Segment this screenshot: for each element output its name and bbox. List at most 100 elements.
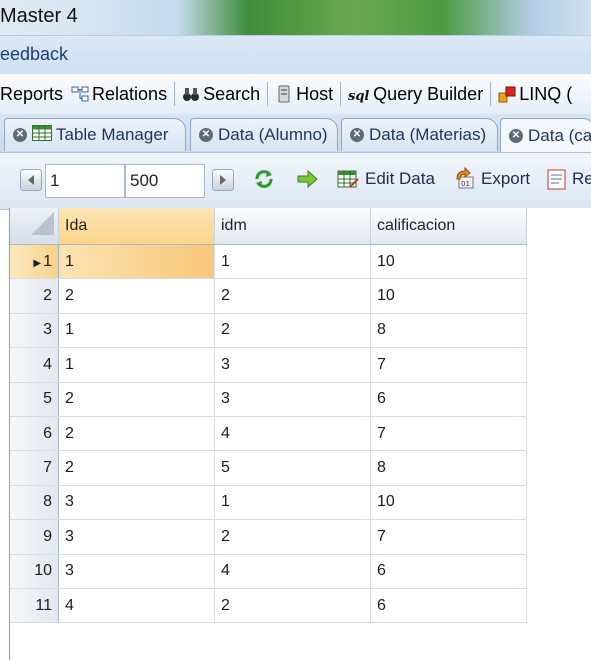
ribbon-linq-label: LINQ ( — [519, 83, 573, 104]
grid-cell[interactable]: 3 — [214, 382, 371, 417]
grid-cell[interactable]: 6 — [370, 554, 527, 589]
grid-cell[interactable]: 6 — [370, 382, 527, 417]
previous-page-button[interactable] — [20, 169, 42, 191]
close-icon[interactable]: ✕ — [509, 128, 523, 143]
grid-cell[interactable]: 2 — [214, 519, 371, 555]
table-row[interactable]: 5236 — [10, 382, 527, 417]
table-row[interactable]: 10 3 4 6 — [10, 554, 527, 589]
grid-cell[interactable]: 1 — [58, 347, 215, 383]
table-row[interactable]: 7258 — [10, 450, 527, 486]
close-icon[interactable]: ✕ — [199, 128, 213, 142]
grid-cell[interactable]: 2 — [214, 588, 371, 624]
grid-cell[interactable]: 8 — [370, 313, 527, 349]
table-row[interactable]: 2 2 2 10 — [10, 278, 527, 314]
row-header[interactable]: 8 — [10, 485, 59, 521]
grid-cell[interactable]: 2 — [58, 278, 215, 314]
grid-cell[interactable]: 7 — [370, 416, 527, 452]
export-button[interactable]: Export — [481, 169, 530, 189]
grid-cell[interactable]: 7 — [370, 347, 527, 383]
table-row[interactable]: 11 4 2 6 — [10, 588, 527, 624]
tab-table-manager[interactable]: ✕ Table Manager — [4, 118, 186, 151]
table-row[interactable]: 8 3 1 10 — [10, 485, 527, 521]
ribbon-reports-label: Reports — [0, 83, 64, 104]
edit-data-icon — [336, 167, 360, 191]
row-header[interactable]: 9 — [10, 519, 59, 555]
close-icon[interactable]: ✕ — [13, 128, 27, 142]
tab-label: Table Manager — [56, 125, 169, 144]
grid-cell[interactable]: 8 — [370, 450, 527, 486]
column-header-ida[interactable]: Ida — [58, 208, 215, 245]
grid-cell[interactable]: 10 — [370, 278, 527, 314]
close-icon[interactable]: ✕ — [350, 128, 364, 142]
grid-cell[interactable]: 7 — [370, 519, 527, 555]
host-icon — [275, 85, 293, 103]
grid-cell[interactable]: 1 — [214, 485, 371, 521]
grid-cell[interactable]: 1 — [214, 244, 371, 280]
grid-cell[interactable]: 3 — [58, 485, 215, 521]
grid-cell[interactable]: 3 — [58, 519, 215, 555]
table-row[interactable]: 3128 — [10, 313, 527, 349]
row-header[interactable]: 6 — [10, 416, 59, 452]
grid-cell[interactable]: 1 — [58, 244, 215, 280]
row-header[interactable]: 3 — [10, 313, 59, 349]
grid-cell[interactable]: 1 — [58, 313, 215, 349]
row-header[interactable]: 11 — [10, 588, 59, 624]
grid-cell[interactable]: 6 — [370, 588, 527, 624]
column-header-calificacion[interactable]: calificacion — [370, 208, 527, 245]
row-count-input[interactable] — [125, 164, 205, 198]
grid-cell[interactable]: 5 — [214, 450, 371, 486]
window-title: Master 4 — [0, 5, 78, 27]
grid-cell[interactable]: 2 — [58, 450, 215, 486]
grid-cell[interactable]: 4 — [214, 554, 371, 589]
select-all-corner[interactable] — [10, 208, 59, 245]
grid-cell[interactable]: 2 — [214, 278, 371, 314]
refresh-icon[interactable] — [252, 167, 276, 191]
grid-cell[interactable]: 3 — [58, 554, 215, 589]
row-header[interactable]: 5 — [10, 382, 59, 417]
row-header[interactable]: ▶ 1 — [10, 244, 59, 280]
table-row[interactable]: 6247 — [10, 416, 527, 452]
row-header[interactable]: 7 — [10, 450, 59, 486]
grid-cell[interactable]: 10 — [370, 244, 527, 280]
row-header[interactable]: 4 — [10, 347, 59, 383]
table-row[interactable]: ▶ 1 1 1 10 — [10, 244, 527, 280]
grid-cell[interactable]: 2 — [58, 382, 215, 417]
table-row[interactable]: 4137 — [10, 347, 527, 383]
tab-data-materias[interactable]: ✕ Data (Materias) — [341, 118, 498, 151]
table-icon — [32, 124, 52, 146]
go-arrow-icon[interactable] — [295, 167, 319, 191]
row-header[interactable]: 10 — [10, 554, 59, 589]
grid-cell[interactable]: 2 — [214, 313, 371, 349]
tab-data-active[interactable]: ✕ Data (ca — [500, 118, 591, 152]
ribbon-host-label: Host — [296, 83, 334, 104]
data-toolbar: Edit Data 01 Export Re — [0, 152, 591, 210]
column-header-idm[interactable]: idm — [214, 208, 371, 245]
grid-cell[interactable]: 3 — [214, 347, 371, 383]
ribbon-host-button[interactable]: Host — [271, 74, 337, 114]
svg-text:01: 01 — [461, 180, 470, 188]
tab-data-alumno[interactable]: ✕ Data (Alumno) — [190, 118, 338, 151]
linq-icon — [498, 85, 516, 103]
grid-cell[interactable]: 2 — [58, 416, 215, 452]
edit-data-button[interactable]: Edit Data — [365, 169, 435, 189]
grid-cell[interactable]: 4 — [214, 416, 371, 452]
row-number: 6 — [43, 424, 52, 442]
ribbon-query-builder-button[interactable]: sql Query Builder — [344, 74, 487, 114]
ribbon-relations-button[interactable]: Relations — [67, 74, 171, 114]
ribbon-query-builder-label: Query Builder — [373, 83, 484, 104]
grid-cell[interactable]: 10 — [370, 485, 527, 521]
table-row[interactable]: 9327 — [10, 519, 527, 555]
grid-cell[interactable]: 4 — [58, 588, 215, 624]
row-header[interactable]: 2 — [10, 278, 59, 314]
header-row: Ida idm calificacion — [10, 208, 527, 245]
ribbon-separator — [340, 82, 342, 106]
ribbon-search-button[interactable]: Search — [178, 74, 264, 114]
report-button[interactable]: Re — [572, 169, 591, 189]
start-row-input[interactable] — [45, 164, 125, 198]
ribbon-linq-button[interactable]: LINQ ( — [494, 74, 576, 114]
menu-item-feedback[interactable]: eedback — [0, 44, 68, 65]
ribbon-separator — [174, 82, 176, 106]
next-page-button[interactable] — [212, 169, 234, 191]
ribbon-separator — [267, 82, 269, 106]
ribbon-reports-button[interactable]: Reports — [0, 74, 67, 114]
